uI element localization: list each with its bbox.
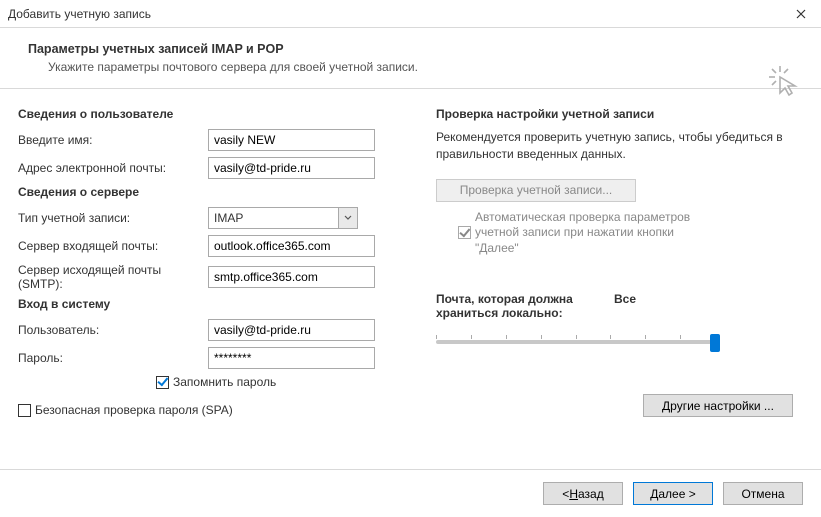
- label-spa: Безопасная проверка пароля (SPA): [35, 403, 233, 417]
- section-server-info: Сведения о сервере: [18, 185, 408, 199]
- left-column: Сведения о пользователе Введите имя: Адр…: [18, 107, 408, 417]
- chevron-down-icon: [338, 208, 357, 228]
- label-incoming: Сервер входящей почты:: [18, 239, 208, 253]
- next-button[interactable]: Далее >: [633, 482, 713, 505]
- slider-ticks: [436, 335, 716, 339]
- slider-label: Почта, которая должна храниться локально…: [436, 292, 596, 320]
- footer: < Назад Далее > Отмена: [0, 469, 821, 517]
- label-outgoing: Сервер исходящей почты (SMTP):: [18, 263, 208, 291]
- checkbox-spa[interactable]: [18, 404, 31, 417]
- back-button[interactable]: < Назад: [543, 482, 623, 505]
- header-heading: Параметры учетных записей IMAP и POP: [28, 42, 793, 56]
- checkbox-remember[interactable]: [156, 376, 169, 389]
- titlebar: Добавить учетную запись: [0, 0, 821, 28]
- input-password[interactable]: [208, 347, 375, 369]
- input-name[interactable]: [208, 129, 375, 151]
- mail-retention-slider[interactable]: [436, 330, 716, 356]
- header-subheading: Укажите параметры почтового сервера для …: [48, 60, 793, 74]
- test-settings-title: Проверка настройки учетной записи: [436, 107, 803, 121]
- slider-section: Почта, которая должна храниться локально…: [436, 292, 803, 356]
- cancel-button[interactable]: Отмена: [723, 482, 803, 505]
- label-auto-check: Автоматическая проверка параметров учетн…: [475, 210, 718, 257]
- window-title: Добавить учетную запись: [8, 7, 789, 21]
- right-column: Проверка настройки учетной записи Рекоме…: [436, 107, 803, 417]
- input-incoming[interactable]: [208, 235, 375, 257]
- spa-row[interactable]: Безопасная проверка пароля (SPA): [18, 403, 408, 417]
- label-account-type: Тип учетной записи:: [18, 211, 208, 225]
- more-settings-button[interactable]: Другие настройки ...: [643, 394, 793, 417]
- input-email[interactable]: [208, 157, 375, 179]
- section-user-info: Сведения о пользователе: [18, 107, 408, 121]
- label-name: Введите имя:: [18, 133, 208, 147]
- slider-thumb[interactable]: [710, 334, 720, 352]
- test-settings-desc: Рекомендуется проверить учетную запись, …: [436, 129, 803, 163]
- body: Сведения о пользователе Введите имя: Адр…: [0, 89, 821, 425]
- slider-value: Все: [614, 292, 636, 306]
- combo-account-type[interactable]: IMAP: [208, 207, 358, 229]
- auto-check-row: Автоматическая проверка параметров учетн…: [458, 210, 718, 257]
- label-username: Пользователь:: [18, 323, 208, 337]
- close-button[interactable]: [789, 4, 813, 24]
- close-icon: [796, 9, 806, 19]
- input-username[interactable]: [208, 319, 375, 341]
- header: Параметры учетных записей IMAP и POP Ука…: [0, 28, 821, 89]
- remember-password-row[interactable]: Запомнить пароль: [156, 375, 408, 389]
- cursor-click-icon: [769, 66, 799, 96]
- label-password: Пароль:: [18, 351, 208, 365]
- slider-track: [436, 340, 716, 344]
- section-login: Вход в систему: [18, 297, 408, 311]
- test-account-button[interactable]: Проверка учетной записи...: [436, 179, 636, 202]
- checkbox-auto-check: [458, 226, 471, 239]
- label-email: Адрес электронной почты:: [18, 161, 208, 175]
- input-outgoing[interactable]: [208, 266, 375, 288]
- label-remember: Запомнить пароль: [173, 375, 276, 389]
- combo-account-type-value: IMAP: [209, 211, 338, 225]
